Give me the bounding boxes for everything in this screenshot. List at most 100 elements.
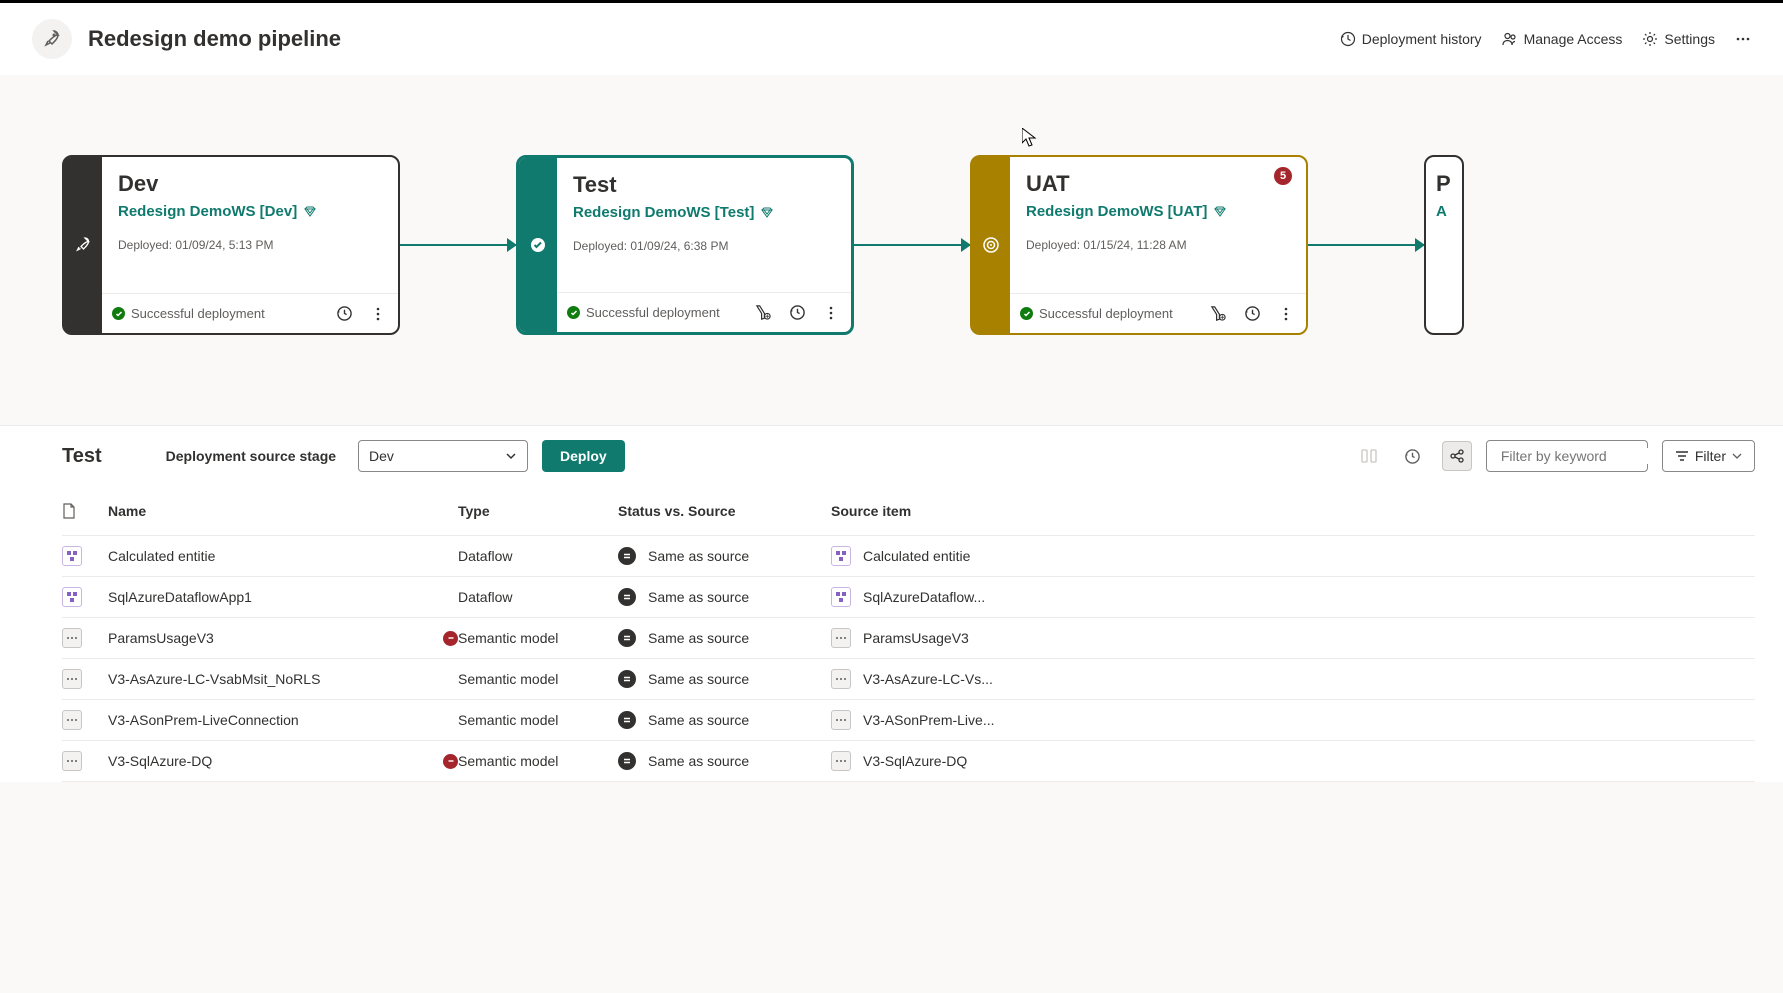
lineage-button[interactable] — [1442, 441, 1472, 471]
stage-deployed-time: Deployed: 01/15/24, 11:28 AM — [1026, 238, 1290, 293]
status-equal-icon — [618, 670, 636, 688]
item-name: V3-ASonPrem-LiveConnection — [108, 712, 299, 728]
stage-rules-button[interactable] — [1204, 300, 1232, 328]
col-status[interactable]: Status vs. Source — [618, 503, 831, 519]
detail-stage-name: Test — [62, 445, 102, 468]
stage-history-button[interactable] — [1238, 300, 1266, 328]
file-icon — [62, 503, 76, 519]
stage-card-prod[interactable]: P A — [1424, 155, 1464, 335]
success-icon — [567, 306, 580, 319]
table-row[interactable]: Calculated entitieDataflowSame as source… — [62, 536, 1755, 577]
filter-input[interactable] — [1486, 440, 1648, 472]
item-type: Dataflow — [458, 589, 618, 605]
stage-more-button[interactable] — [1272, 300, 1300, 328]
col-type[interactable]: Type — [458, 503, 618, 519]
table-row[interactable]: SqlAzureDataflowApp1 Dataflow Same as sour… — [62, 577, 1755, 618]
item-type-icon — [62, 546, 82, 566]
stage-body: Test Redesign DemoWS [Test] Deployed: 01… — [557, 158, 851, 332]
stage-side-uat — [972, 157, 1010, 333]
table-row[interactable]: V3-SqlAzure-DQ Semantic model Same as sour… — [62, 741, 1755, 782]
stage-workspace-link[interactable]: Redesign DemoWS [Dev] — [118, 203, 382, 220]
status-equal-icon — [618, 588, 636, 606]
source-item-name: V3-ASonPrem-Live... — [863, 712, 995, 728]
stage-history-button[interactable] — [783, 299, 811, 327]
stage-card-dev[interactable]: Dev Redesign DemoWS [Dev] Deployed: 01/0… — [62, 155, 400, 335]
source-type-icon — [831, 710, 851, 730]
success-icon — [1020, 307, 1033, 320]
status-label: Same as source — [648, 589, 749, 605]
table-row[interactable]: V3-AsAzure-LC-VsabMsit_NoRLSSemantic mod… — [62, 659, 1755, 700]
rule-badge-icon — [443, 631, 458, 646]
source-item-name: SqlAzureDataflow... — [863, 589, 985, 605]
item-type: Semantic model — [458, 630, 618, 646]
stage-workspace-link[interactable]: Redesign DemoWS [UAT] — [1026, 203, 1290, 220]
more-button[interactable] — [1735, 31, 1751, 47]
item-name: V3-SqlAzure-DQ — [108, 753, 212, 769]
status-equal-icon — [618, 752, 636, 770]
table-row[interactable]: ParamsUsageV3 Semantic model Same as sourc… — [62, 618, 1755, 659]
status-label: Same as source — [648, 712, 749, 728]
col-name[interactable]: Name — [108, 503, 458, 519]
status-label: Same as source — [648, 671, 749, 687]
status-text: Successful deployment — [131, 306, 324, 321]
item-type: Semantic model — [458, 753, 618, 769]
stage-deployed-time: Deployed: 01/09/24, 6:38 PM — [573, 239, 835, 292]
people-icon — [1502, 31, 1518, 47]
status-label: Same as source — [648, 753, 749, 769]
connector-arrow — [854, 244, 970, 246]
stage-card-test[interactable]: Test Redesign DemoWS [Test] Deployed: 01… — [516, 155, 854, 335]
stage-more-button[interactable] — [364, 300, 392, 328]
stage-name: P — [1436, 171, 1451, 197]
compare-button[interactable] — [1354, 441, 1384, 471]
status-text: Successful deployment — [1039, 306, 1198, 321]
stage-more-button[interactable] — [817, 299, 845, 327]
status-label: Same as source — [648, 630, 749, 646]
diff-badge: 5 — [1274, 167, 1292, 185]
source-item-name: Calculated entitie — [863, 548, 970, 564]
chevron-down-icon — [505, 450, 517, 462]
col-source[interactable]: Source item — [831, 503, 911, 519]
status-equal-icon — [618, 711, 636, 729]
item-type-icon — [62, 669, 82, 689]
stage-rules-button[interactable] — [749, 299, 777, 327]
pipeline-icon — [32, 19, 72, 59]
header-left: Redesign demo pipeline — [32, 19, 1340, 59]
stage-footer: Successful deployment — [1010, 293, 1306, 333]
page-title: Redesign demo pipeline — [88, 26, 341, 52]
stage-name: Dev — [118, 171, 382, 197]
stage-name: UAT — [1026, 171, 1290, 197]
settings-button[interactable]: Settings — [1642, 31, 1715, 47]
diamond-icon — [1213, 205, 1227, 219]
stage-history-button[interactable] — [330, 300, 358, 328]
filter-icon — [1675, 449, 1689, 463]
items-grid: Name Type Status vs. Source Source item … — [0, 486, 1783, 782]
success-icon — [112, 307, 125, 320]
table-row[interactable]: V3-ASonPrem-LiveConnectionSemantic model… — [62, 700, 1755, 741]
connector-arrow — [1308, 244, 1424, 246]
source-type-icon — [831, 628, 851, 648]
filter-text-field[interactable] — [1501, 448, 1682, 464]
deploy-button[interactable]: Deploy — [542, 440, 625, 472]
item-name: ParamsUsageV3 — [108, 630, 214, 646]
stage-workspace-link[interactable]: Redesign DemoWS [Test] — [573, 204, 835, 221]
source-stage-select[interactable]: Dev — [358, 440, 528, 472]
stage-card-uat[interactable]: 5 UAT Redesign DemoWS [UAT] Deployed: 01… — [970, 155, 1308, 335]
stage-deployed-time: Deployed: 01/09/24, 5:13 PM — [118, 238, 382, 293]
source-item-name: ParamsUsageV3 — [863, 630, 969, 646]
target-icon — [982, 236, 1000, 254]
item-type: Dataflow — [458, 548, 618, 564]
diamond-icon — [303, 205, 317, 219]
item-type-icon — [62, 751, 82, 771]
item-type-icon — [62, 710, 82, 730]
filter-button[interactable]: Filter — [1662, 440, 1755, 472]
header-bar: Redesign demo pipeline Deployment histor… — [0, 0, 1783, 75]
detail-toolbar: Test Deployment source stage Dev Deploy … — [0, 426, 1783, 486]
deployment-history-button[interactable]: Deployment history — [1340, 31, 1482, 47]
manage-access-button[interactable]: Manage Access — [1502, 31, 1623, 47]
status-equal-icon — [618, 629, 636, 647]
history-toolbar-button[interactable] — [1398, 441, 1428, 471]
connector-arrow — [400, 244, 516, 246]
item-name: SqlAzureDataflowApp1 — [108, 589, 252, 605]
stage-workspace-link[interactable]: A — [1436, 203, 1451, 220]
source-item-name: V3-AsAzure-LC-Vs... — [863, 671, 993, 687]
